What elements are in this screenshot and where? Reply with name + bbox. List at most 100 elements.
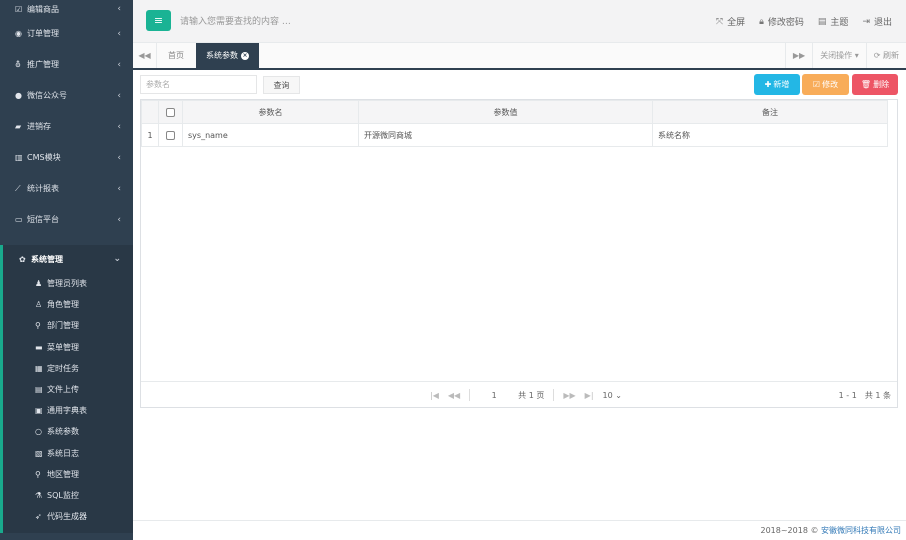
tab-scroll-left-button[interactable]: ◀◀ [133,43,157,68]
param-name-input[interactable] [140,75,257,94]
chart-icon: ⟋ [15,183,21,193]
monitor-icon: ▭ [15,215,23,224]
backward-icon: ◀◀ [138,51,151,60]
refresh-label: 刷新 [883,51,899,60]
sidebar-subitem-departments[interactable]: ⚲ 部门管理 [3,315,133,336]
tab-system-params[interactable]: 系统参数 × [196,43,259,68]
next-page-icon[interactable]: ▶▶ [563,391,575,400]
pager-divider [553,389,555,401]
add-button[interactable]: ✚ 新增 [754,74,800,95]
select-all-checkbox[interactable] [166,107,175,117]
params-table: 参数名 参数值 备注 1 sys_name 开源微同商城 系统名称 [141,100,888,147]
sidebar-item-cms[interactable]: ▥ CMS模块 ‹ [0,142,133,173]
logout-button[interactable]: ⇥ 退出 [862,15,892,29]
sidebar-item-label: 统计报表 [27,184,59,193]
table-row[interactable]: 1 sys_name 开源微同商城 系统名称 [141,123,888,147]
circle-icon: ○ [35,427,42,437]
chevron-down-icon: ⌄ [113,254,121,264]
sidebar-subitem-tasks[interactable]: ▦ 定时任务 [3,358,133,379]
prev-page-icon[interactable]: ◀◀ [448,391,460,400]
sidebar-subitem-label: 系统参数 [47,427,79,437]
sidebar-subitem-upload[interactable]: ▤ 文件上传 [3,379,133,400]
company-link[interactable]: 安徽微同科技有限公司 [821,525,901,536]
sidebar-subitem-admins[interactable]: ♟ 管理员列表 [3,273,133,294]
sidebar-subitem-roles[interactable]: ♙ 角色管理 [3,294,133,315]
delete-label: 删除 [873,80,890,89]
sidebar-item-promotion[interactable]: ⛢ 推广管理 ‹ [0,49,133,80]
tab-home-label: 首页 [168,51,184,60]
sidebar-item-inventory[interactable]: ▰ 进销存 ‹ [0,111,133,142]
sidebar-subitem-label: 系统日志 [47,448,79,458]
param-name-cell: sys_name [182,123,359,147]
truck-icon: ▰ [15,122,22,131]
page-size-value: 10 [602,390,613,400]
logout-label: 退出 [873,18,892,28]
file-icon: ▤ [35,385,43,395]
sidebar-item-reports[interactable]: ⟋ 统计报表 ‹ [0,173,133,204]
sidebar-item-edit-goods[interactable]: ☑ 编辑商品 ‹ [0,0,133,18]
edit-icon: ☑ [15,4,23,14]
tab-current-label: 系统参数 [206,51,238,60]
sign-out-icon: ⇥ [862,16,870,27]
tab-scroll-right-button[interactable]: ▶▶ [784,43,812,68]
sidebar-subitem-regions[interactable]: ⚲ 地区管理 [3,464,133,485]
fullscreen-button[interactable]: ⤧ 全屏 [715,15,745,29]
edit-button[interactable]: ☑ 修改 [802,74,849,95]
column-header[interactable]: 参数值 [358,100,653,124]
cms-icon: ▥ [15,153,23,162]
sidebar-item-sms[interactable]: ▭ 短信平台 ‹ [0,204,133,235]
delete-button[interactable]: 🗑︎ 删除 [852,74,898,95]
column-header[interactable]: 参数名 [182,100,359,124]
chevron-left-icon: ‹ [117,4,121,14]
edit-icon: ☑ [812,80,821,89]
change-password-label: 修改密码 [767,18,804,28]
log-icon: ▧ [35,448,43,458]
sidebar-subitem-label: 菜单管理 [47,342,79,352]
sitemap-icon: ⚲ [35,321,41,331]
chevron-left-icon: ‹ [117,183,121,194]
sidebar-subitem-menus[interactable]: ▬ 菜单管理 [3,337,133,358]
close-icon[interactable]: × [241,51,249,60]
sidebar-item-label: 编辑商品 [27,4,59,14]
topbar: ≡ ⤧全屏 🔒︎修改密码 ▤主题 ⇥退出 [133,0,906,43]
sidebar-subitem-codegen[interactable]: ➶ 代码生成器 [3,506,133,527]
query-button[interactable]: 查询 [263,76,300,94]
param-value-cell: 开源微同商城 [358,123,653,147]
refresh-button[interactable]: ⟳ 刷新 [865,43,906,68]
sidebar-item-orders[interactable]: ◉ 订单管理 ‹ [0,18,133,49]
close-ops-dropdown[interactable]: 关闭操作 ▾ [812,43,866,68]
sidebar-item-label: CMS模块 [27,153,61,162]
sidebar-item-label: 订单管理 [27,29,59,38]
change-password-button[interactable]: 🔒︎ 修改密码 [759,15,804,29]
query-label: 查询 [273,80,290,90]
page-size-select[interactable]: 10 ⌄ [603,391,622,400]
sidebar-item-label: 推广管理 [27,60,59,69]
sidebar-item-system[interactable]: ✿ 系统管理 ⌄ [0,245,133,273]
menu-toggle-button[interactable]: ≡ [146,10,171,31]
sidebar-subitem-sql[interactable]: ⚗ SQL监控 [3,485,133,506]
sidebar-subitem-logs[interactable]: ▧ 系统日志 [3,443,133,464]
last-page-icon[interactable]: ▶| [585,391,594,400]
main-content: 查询 ✚新增 ☑修改 🗑︎删除 参数名 参数值 备注 1 sys_name 开源… [133,70,906,520]
hamburger-icon: ≡ [153,14,164,27]
global-search-input[interactable] [180,14,400,30]
sidebar: ☑ 编辑商品 ‹ ◉ 订单管理 ‹ ⛢ 推广管理 ‹ ● 微信公众号 ‹ ▰ 进… [0,0,133,540]
folder-icon: ▬ [35,342,43,352]
wechat-icon: ● [15,91,22,100]
column-header[interactable]: 备注 [652,100,888,124]
tab-home[interactable]: 首页 [158,43,194,68]
sidebar-subitem-label: 定时任务 [47,363,79,373]
copyright-text: 2018~2018 © [760,526,819,535]
add-label: 新增 [773,80,790,89]
expand-icon: ⤧ [715,16,724,27]
record-range-label: 1 - 1 [838,390,857,400]
sidebar-subitem-params[interactable]: ○ 系统参数 [3,421,133,442]
pager-summary: 1 - 1 共 1 条 [839,382,891,408]
sidebar-item-wechat[interactable]: ● 微信公众号 ‹ [0,80,133,111]
theme-button[interactable]: ▤ 主题 [818,15,849,29]
row-checkbox[interactable] [166,130,175,140]
first-page-icon[interactable]: |◀ [430,391,439,400]
page-number-input[interactable]: 1 [479,391,509,400]
sidebar-subitem-dictionary[interactable]: ▣ 通用字典表 [3,400,133,421]
tab-bar-right: ▶▶ 关闭操作 ▾ ⟳ 刷新 [784,43,906,68]
